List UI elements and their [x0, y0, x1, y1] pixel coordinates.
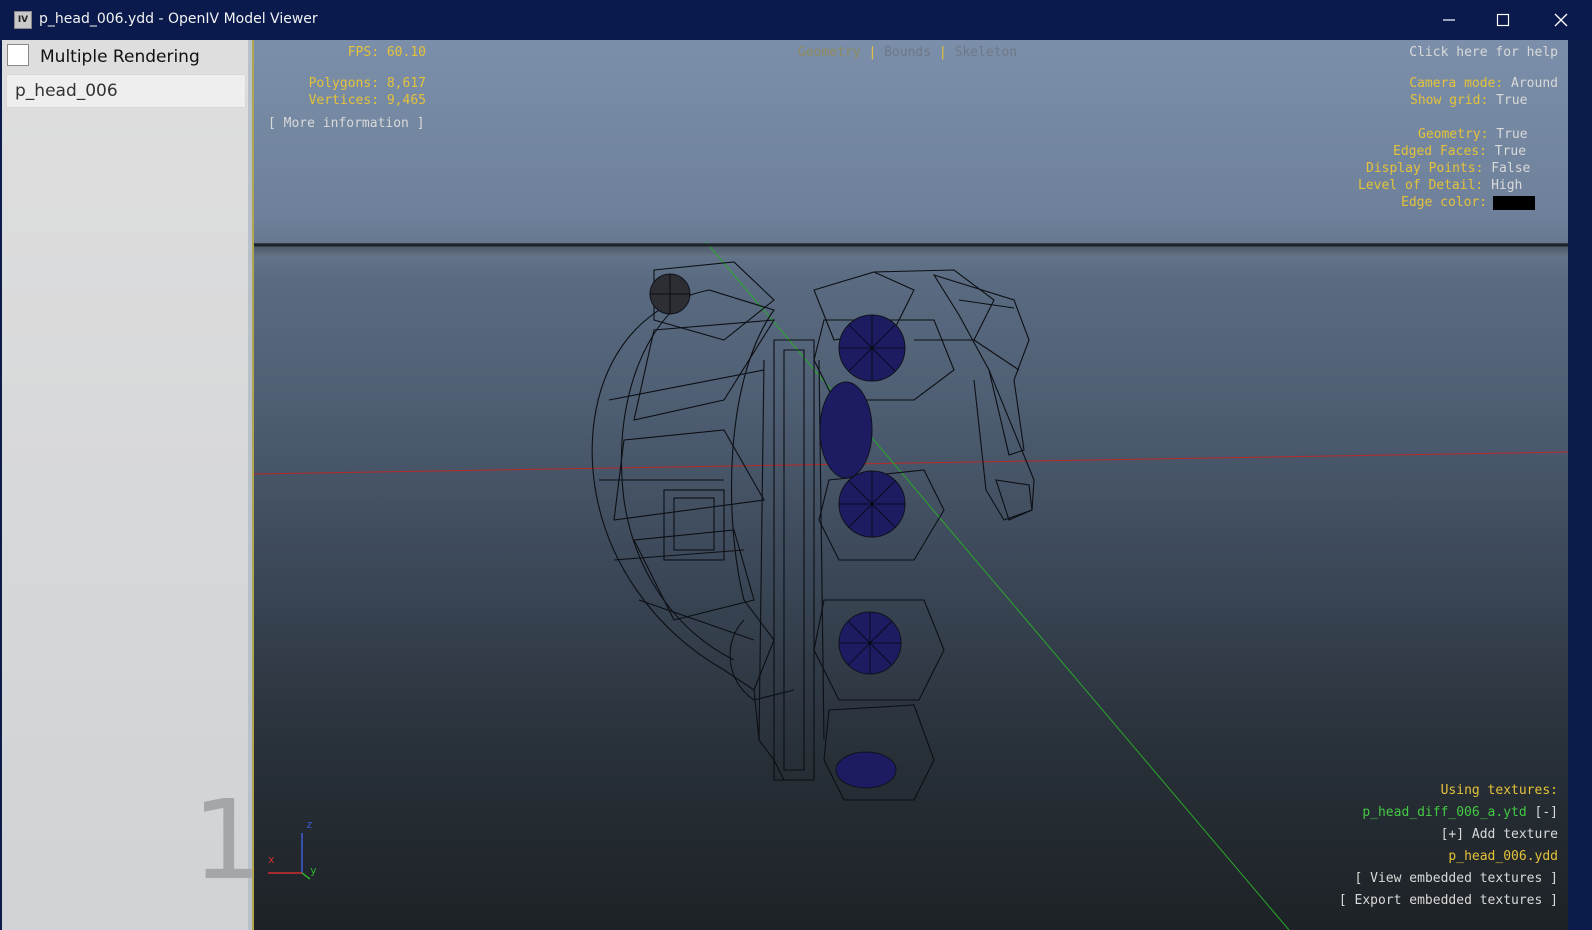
add-texture-button[interactable]: [+] Add texture — [1254, 826, 1558, 843]
texture-entry: p_head_diff_006_a.ytd [-] — [1254, 804, 1558, 821]
polygons-readout: Polygons: 8,617 — [274, 75, 426, 92]
geometry-setting[interactable]: Geometry: True — [1418, 126, 1528, 143]
fps-value: 60.10 — [386, 45, 426, 60]
level-of-detail-setting[interactable]: Level of Detail: High — [1358, 177, 1522, 194]
level-of-detail-value: High — [1491, 178, 1523, 193]
3d-viewport[interactable]: FPS: 60.10 Polygons: 8,617 Vertices: 9,4… — [252, 40, 1568, 930]
fps-readout: FPS: 60.10 — [314, 44, 426, 61]
edged-faces-value: True — [1494, 144, 1527, 159]
display-points-label: Display Points: — [1366, 161, 1484, 176]
ydd-file-label: p_head_006.ydd — [1448, 849, 1558, 864]
show-grid-label: Show grid: — [1410, 93, 1489, 108]
camera-mode-label: Camera mode: — [1409, 76, 1504, 91]
close-button[interactable] — [1534, 0, 1588, 40]
vertices-value: 9,465 — [386, 93, 426, 108]
camera-mode-value: Around — [1511, 76, 1558, 91]
window-right-edge — [1568, 40, 1592, 930]
remove-texture-button[interactable]: [-] — [1535, 805, 1558, 820]
edge-color-setting[interactable]: Edge color: — [1401, 194, 1536, 211]
title-bar: IV p_head_006.ydd - OpenIV Model Viewer — [0, 0, 1592, 41]
polygons-value: 8,617 — [386, 76, 426, 91]
edge-color-swatch[interactable] — [1493, 195, 1536, 210]
polygons-label: Polygons: — [308, 76, 380, 91]
edged-faces-setting[interactable]: Edged Faces: True — [1393, 143, 1526, 160]
geometry-label: Geometry: — [1418, 127, 1489, 142]
app-icon: IV — [14, 11, 32, 29]
display-points-value: False — [1491, 161, 1531, 176]
axis-y-label: y — [310, 864, 317, 877]
camera-mode-setting[interactable]: Camera mode: Around — [1294, 75, 1558, 92]
close-icon — [1554, 13, 1568, 27]
x-axis-line — [254, 451, 1568, 475]
tab-bounds[interactable]: Bounds — [884, 45, 931, 60]
model-list-item-label: p_head_006 — [15, 81, 118, 101]
show-grid-setting[interactable]: Show grid: True — [1410, 92, 1527, 109]
tab-separator: | — [868, 45, 877, 60]
maximize-icon — [1496, 13, 1510, 27]
geometry-value: True — [1496, 127, 1528, 142]
level-of-detail-label: Level of Detail: — [1358, 178, 1484, 193]
minimize-icon — [1443, 19, 1455, 21]
axis-x-label: x — [268, 853, 275, 866]
minimize-button[interactable] — [1422, 0, 1476, 40]
edge-color-label: Edge color: — [1401, 195, 1488, 210]
multiple-rendering-label: Multiple Rendering — [40, 47, 200, 67]
axis-z-label: z — [306, 818, 313, 831]
edged-faces-label: Edged Faces: — [1393, 144, 1487, 159]
fps-label: FPS: — [347, 45, 380, 60]
model-list-item[interactable]: p_head_006 — [6, 74, 246, 108]
tab-skeleton[interactable]: Skeleton — [955, 45, 1018, 60]
using-textures-label: Using textures: — [1440, 783, 1558, 798]
export-embedded-textures-link[interactable]: [ Export embedded textures ] — [1254, 892, 1558, 909]
multiple-rendering-toggle[interactable]: Multiple Rendering — [6, 42, 248, 72]
y-axis-line — [705, 241, 1290, 930]
model-sidebar: Multiple Rendering p_head_006 1 — [2, 40, 262, 930]
vertices-label: Vertices: — [308, 93, 380, 108]
multiple-rendering-checkbox[interactable] — [7, 44, 29, 66]
vertices-readout: Vertices: 9,465 — [274, 92, 426, 109]
window-title: p_head_006.ydd - OpenIV Model Viewer — [39, 11, 318, 27]
show-grid-value: True — [1496, 93, 1528, 108]
tab-geometry[interactable]: Geometry — [798, 45, 861, 60]
view-mode-tabs: Geometry | Bounds | Skeleton — [798, 44, 1017, 61]
maximize-button[interactable] — [1476, 0, 1530, 40]
view-embedded-textures-link[interactable]: [ View embedded textures ] — [1254, 870, 1559, 887]
tab-separator-2: | — [938, 45, 947, 60]
texture-file-link[interactable]: p_head_diff_006_a.ytd — [1362, 805, 1526, 820]
more-information-link[interactable]: [ More information ] — [268, 115, 425, 132]
help-link[interactable]: Click here for help — [1354, 44, 1558, 61]
display-points-setting[interactable]: Display Points: False — [1366, 160, 1530, 177]
